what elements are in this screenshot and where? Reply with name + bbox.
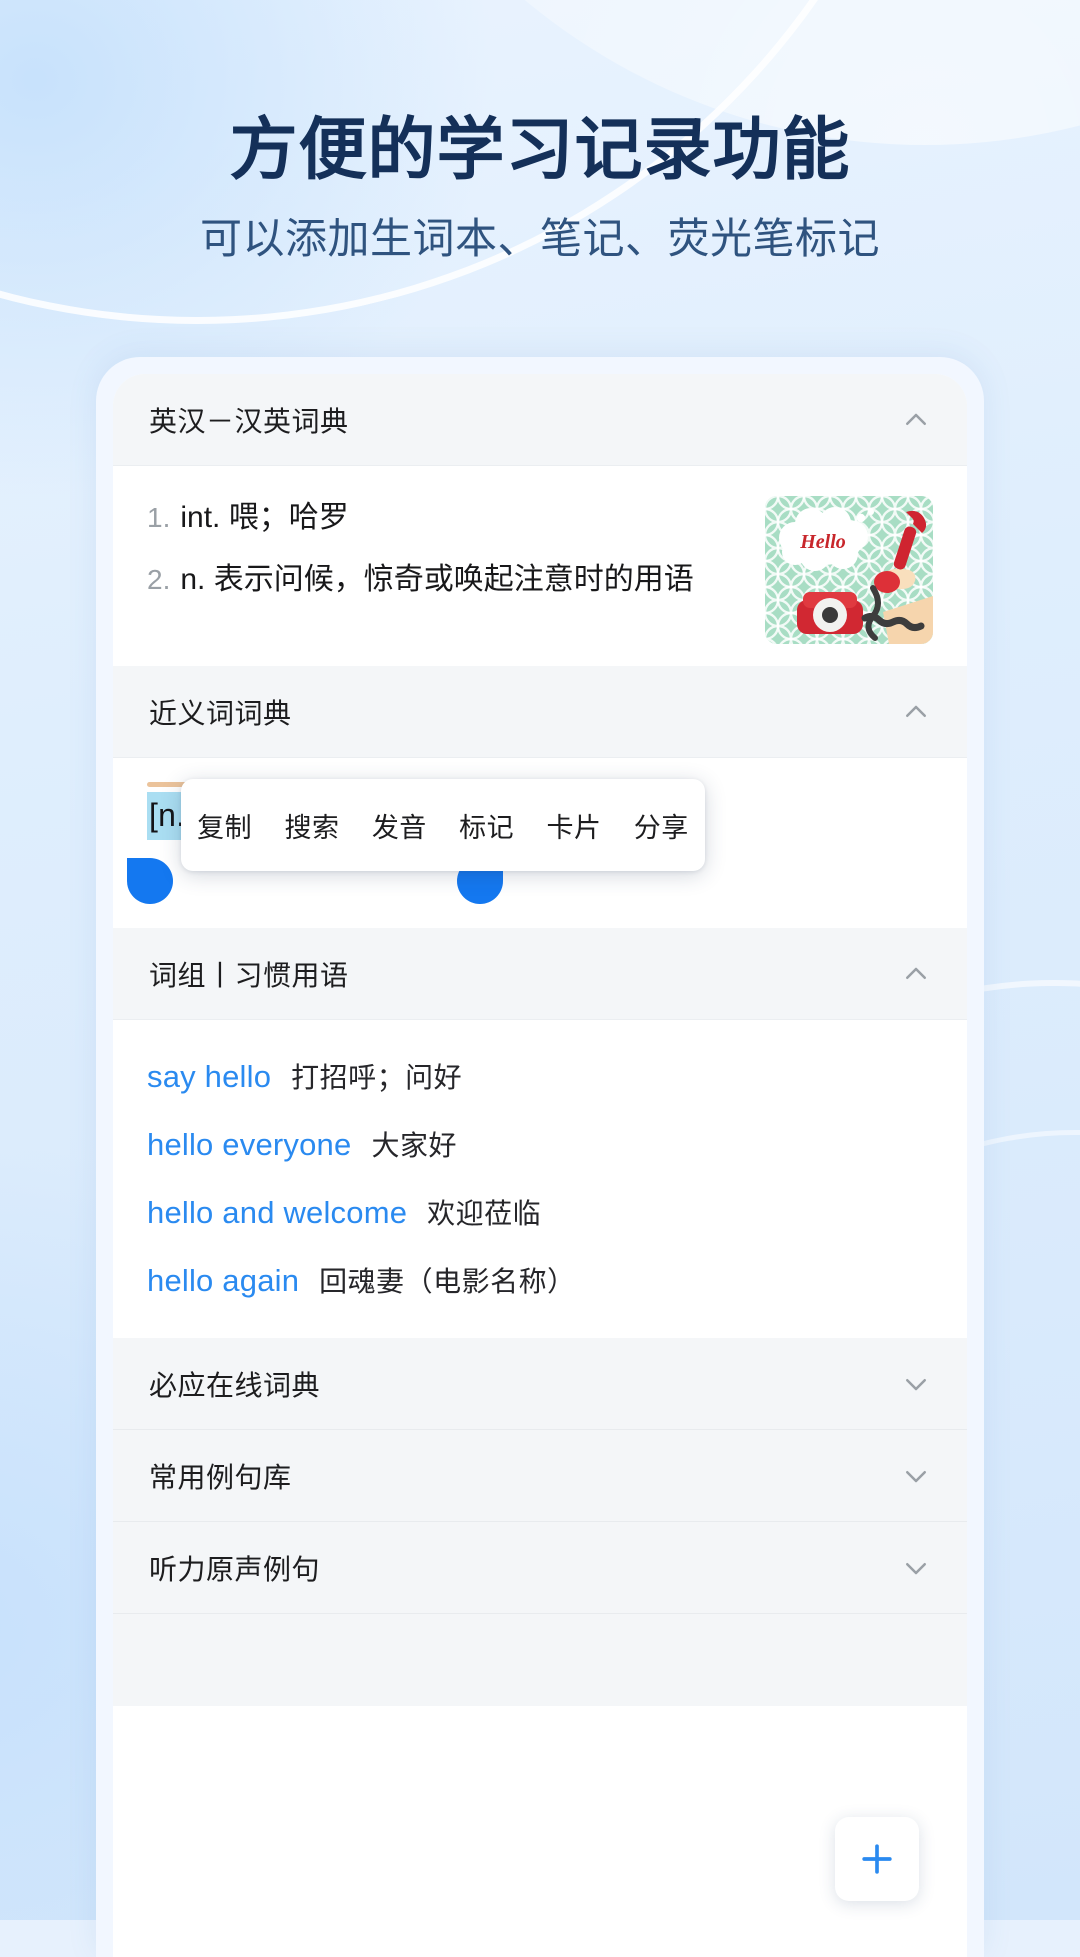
page-subtitle: 可以添加生词本、笔记、荧光笔标记 bbox=[199, 215, 880, 263]
definition-text: int. 喂；哈罗 bbox=[180, 501, 349, 534]
plus-icon bbox=[862, 1844, 892, 1874]
phone-mockup: 英汉－汉英词典 1. int. 喂；哈罗 2. n. 表示问候，惊奇或唤起注意时… bbox=[96, 357, 984, 1957]
chevron-up-icon[interactable] bbox=[901, 959, 931, 989]
section-header-listening-examples[interactable]: 听力原声例句 bbox=[113, 1522, 967, 1614]
context-menu-item-share[interactable]: 分享 bbox=[628, 806, 695, 845]
chevron-down-icon[interactable] bbox=[901, 1553, 931, 1583]
hello-telephone-image[interactable]: Hello bbox=[765, 496, 933, 644]
section-header-bing-online-dictionary[interactable]: 必应在线词典 bbox=[113, 1338, 967, 1430]
svg-text:Hello: Hello bbox=[799, 531, 846, 553]
definition-list: 1. int. 喂；哈罗 2. n. 表示问候，惊奇或唤起注意时的用语 bbox=[147, 496, 707, 601]
section-header-common-examples[interactable]: 常用例句库 bbox=[113, 1430, 967, 1522]
list-item[interactable]: hello everyone 大家好 bbox=[147, 1110, 933, 1178]
list-item[interactable]: hello and welcome 欢迎莅临 bbox=[147, 1178, 933, 1246]
chevron-down-icon[interactable] bbox=[901, 1369, 931, 1399]
context-menu-item-mark[interactable]: 标记 bbox=[453, 806, 520, 845]
phrase-english[interactable]: hello and welcome bbox=[147, 1195, 407, 1231]
page-title: 方便的学习记录功能 bbox=[229, 112, 851, 188]
section-title: 英汉－汉英词典 bbox=[149, 405, 349, 437]
section-title: 近义词词典 bbox=[149, 697, 292, 729]
phrases-list: say hello 打招呼；问好 hello everyone 大家好 hell… bbox=[113, 1020, 967, 1338]
phrase-chinese: 大家好 bbox=[371, 1130, 457, 1161]
context-menu-item-copy[interactable]: 复制 bbox=[191, 806, 258, 845]
phrase-chinese: 回魂妻（电影名称） bbox=[319, 1266, 576, 1297]
add-button[interactable] bbox=[835, 1817, 919, 1901]
phrase-english[interactable]: hello again bbox=[147, 1263, 299, 1299]
list-item[interactable]: say hello 打招呼；问好 bbox=[147, 1042, 933, 1110]
section-header-synonym-dictionary[interactable]: 近义词词典 bbox=[113, 666, 967, 758]
selection-handle-left[interactable] bbox=[127, 858, 173, 904]
section-title: 必应在线词典 bbox=[149, 1369, 321, 1401]
section-title: 常用例句库 bbox=[149, 1461, 292, 1493]
chevron-up-icon[interactable] bbox=[901, 405, 931, 435]
headings-block: 方便的学习记录功能 可以添加生词本、笔记、荧光笔标记 bbox=[0, 112, 1080, 265]
phrase-chinese: 欢迎莅临 bbox=[427, 1198, 542, 1229]
chevron-down-icon[interactable] bbox=[901, 1461, 931, 1491]
phone-screen: 英汉－汉英词典 1. int. 喂；哈罗 2. n. 表示问候，惊奇或唤起注意时… bbox=[113, 374, 967, 1957]
section-title: 词组丨习惯用语 bbox=[149, 959, 349, 991]
definition-number: 1. bbox=[147, 502, 171, 533]
context-menu-item-pronounce[interactable]: 发音 bbox=[366, 806, 433, 845]
chevron-up-icon[interactable] bbox=[901, 697, 931, 727]
list-item[interactable]: hello again 回魂妻（电影名称） bbox=[147, 1246, 933, 1314]
section-header-extra[interactable] bbox=[113, 1614, 967, 1706]
context-menu-item-card[interactable]: 卡片 bbox=[540, 806, 607, 845]
definition-number: 2. bbox=[147, 563, 171, 595]
section-title: 听力原声例句 bbox=[149, 1553, 321, 1585]
definition-item: 2. n. 表示问候，惊奇或唤起注意时的用语 bbox=[147, 558, 707, 602]
phrase-chinese: 打招呼；问好 bbox=[291, 1062, 463, 1093]
section-header-phrases[interactable]: 词组丨习惯用语 bbox=[113, 928, 967, 1020]
phrase-english[interactable]: hello everyone bbox=[147, 1127, 351, 1163]
text-selection-context-menu[interactable]: 复制 搜索 发音 标记 卡片 分享 bbox=[181, 779, 705, 871]
phrase-english[interactable]: say hello bbox=[147, 1059, 271, 1095]
definition-item: 1. int. 喂；哈罗 bbox=[147, 496, 707, 540]
definition-text: n. 表示问候，惊奇或唤起注意时的用语 bbox=[180, 562, 694, 596]
section-header-ec-dictionary[interactable]: 英汉－汉英词典 bbox=[113, 374, 967, 466]
definition-block: 1. int. 喂；哈罗 2. n. 表示问候，惊奇或唤起注意时的用语 Hell… bbox=[113, 466, 967, 666]
context-menu-item-search[interactable]: 搜索 bbox=[278, 806, 345, 845]
